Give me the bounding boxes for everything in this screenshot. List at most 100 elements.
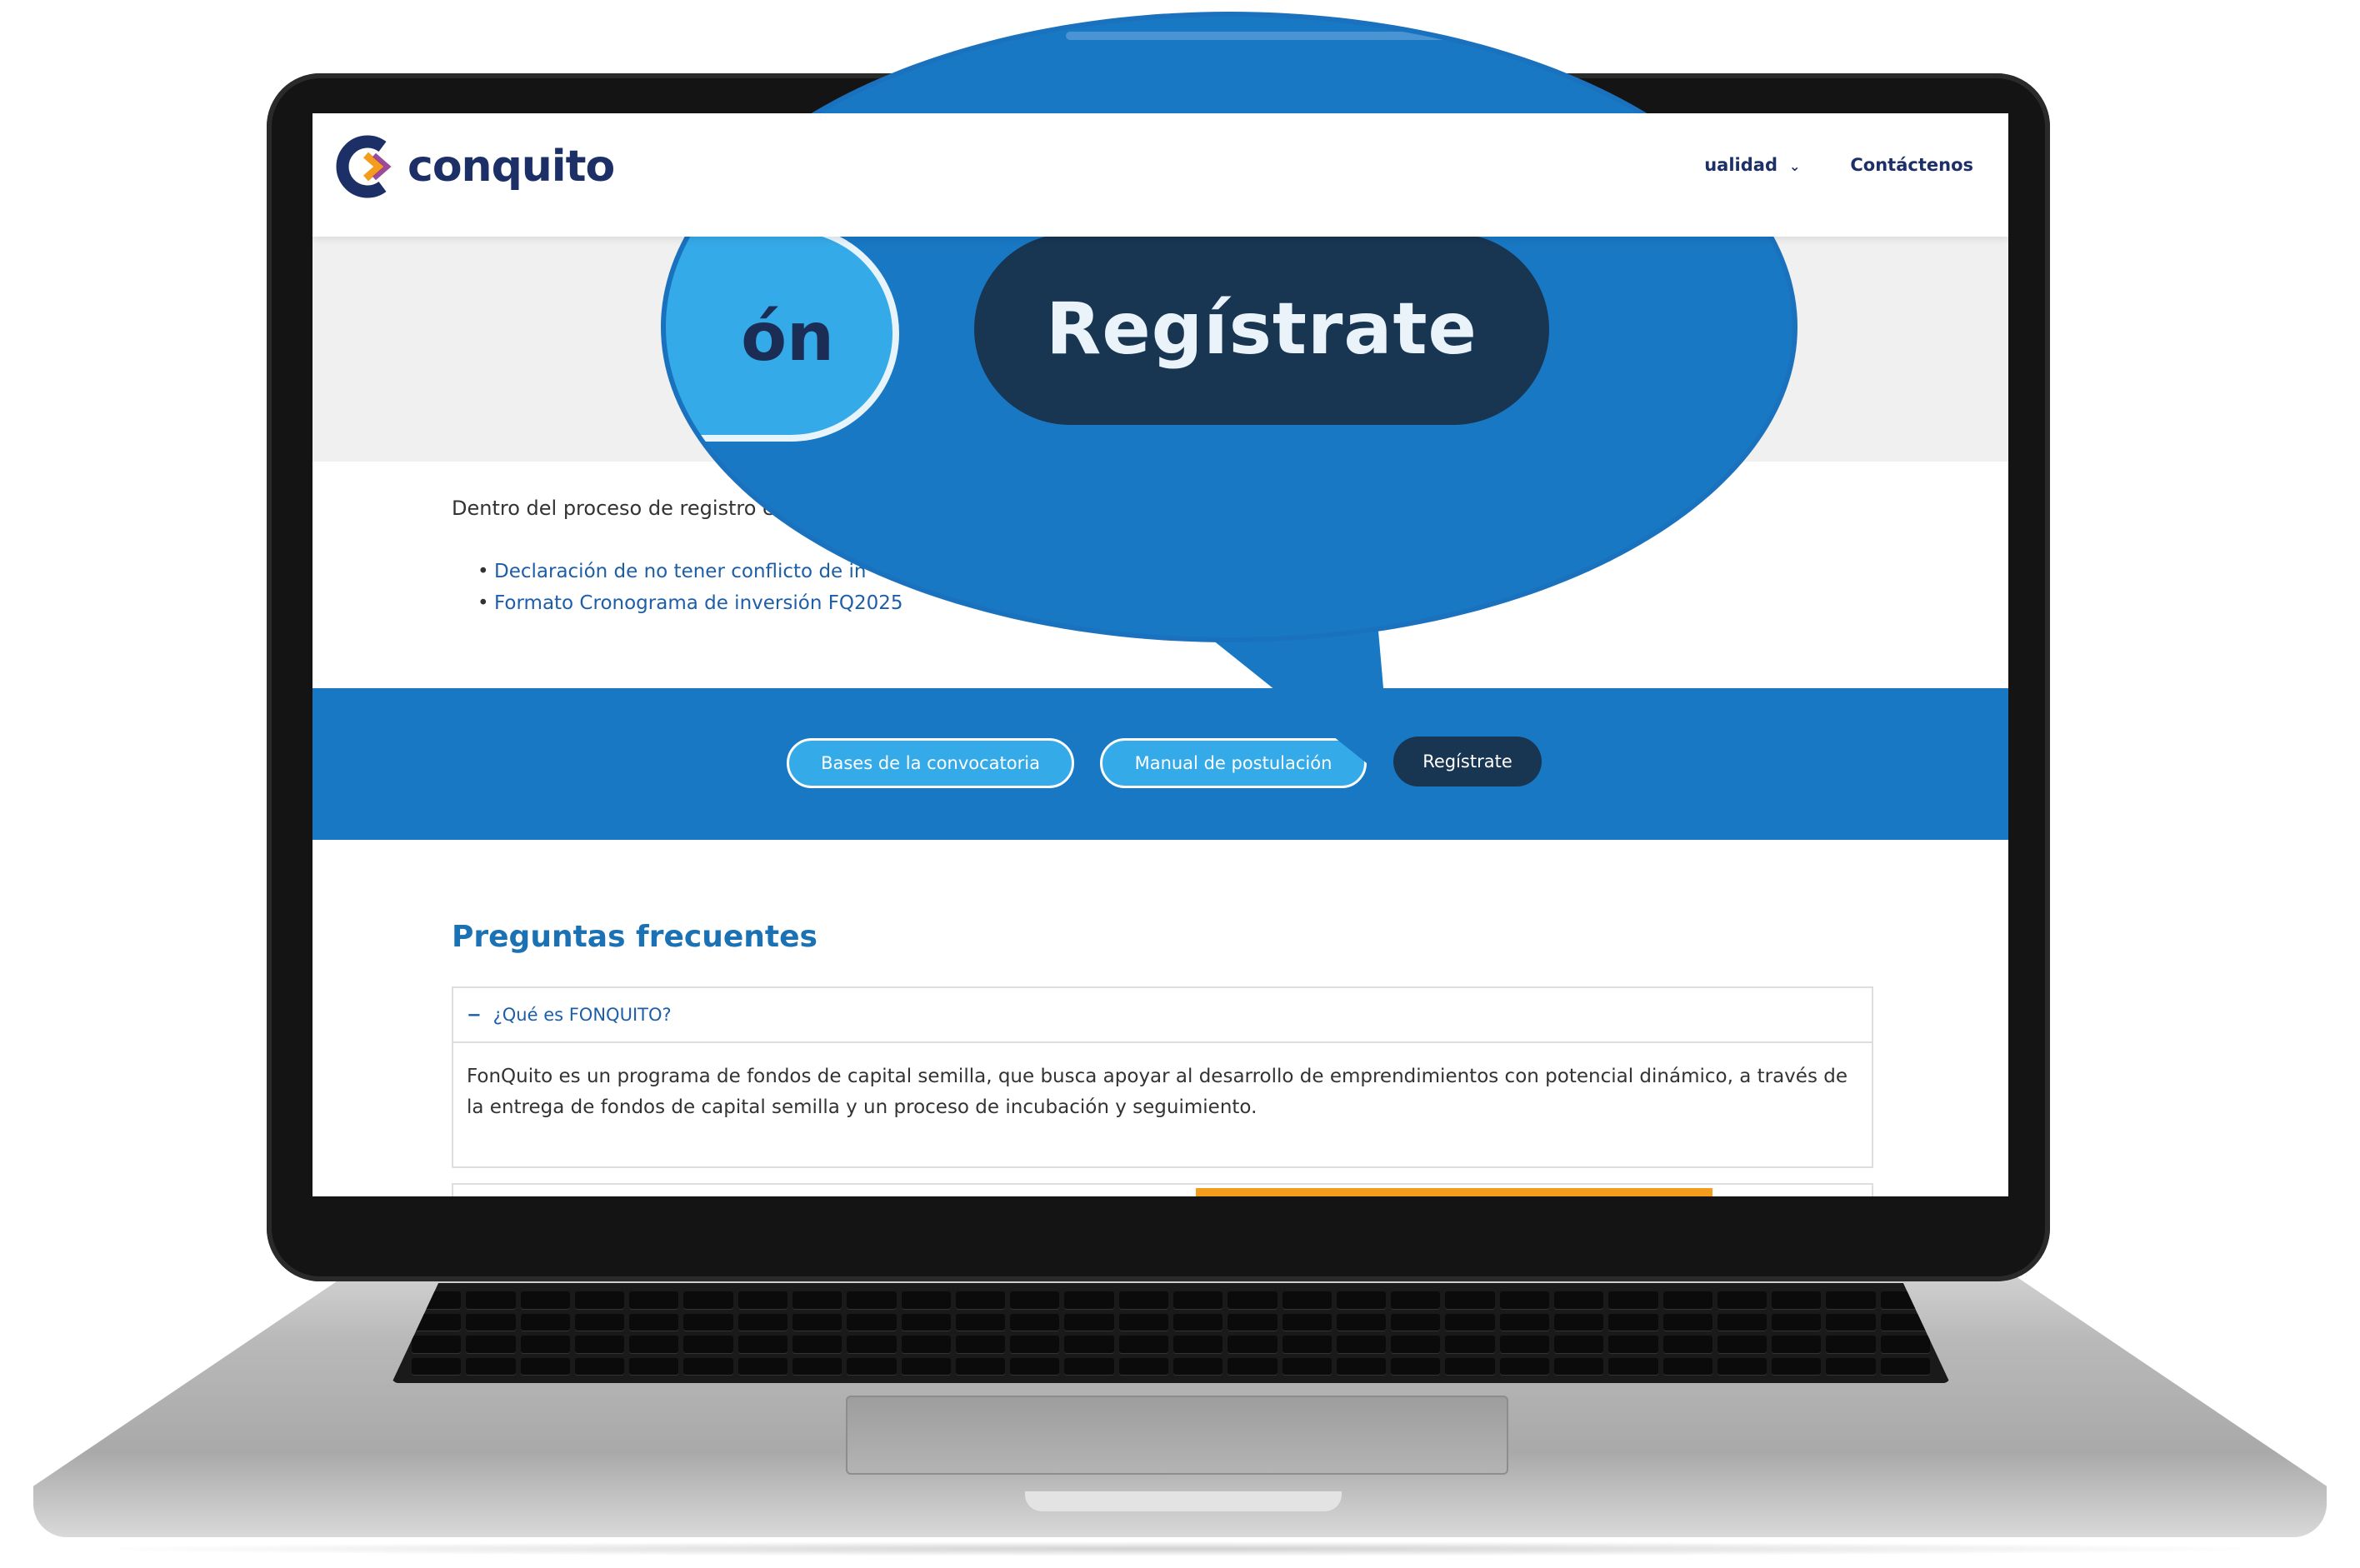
action-band: Bases de la convocatoria Manual de postu… <box>312 688 2008 840</box>
keyboard-key <box>466 1336 516 1353</box>
keyboard-key <box>1826 1357 1876 1375</box>
keyboard-key <box>683 1336 733 1353</box>
keyboard-key <box>466 1357 516 1375</box>
laptop-shadow <box>67 1541 2292 1556</box>
keyboard-key <box>847 1291 897 1309</box>
keyboard-key <box>1662 1336 1712 1353</box>
keyboard-key <box>1499 1336 1549 1353</box>
chevron-down-icon: ⌄ <box>1788 158 1801 174</box>
keyboard-key <box>629 1313 679 1331</box>
keyboard-key <box>1826 1313 1876 1331</box>
keyboard-key <box>1010 1357 1060 1375</box>
nav-item-contactenos[interactable]: Contáctenos <box>1850 155 1973 175</box>
keyboard-key <box>1336 1313 1387 1331</box>
keyboard-key <box>1336 1336 1387 1353</box>
laptop-keyboard <box>392 1283 1950 1383</box>
doc-link-cronograma[interactable]: Formato Cronograma de inversión FQ2025 <box>478 592 903 614</box>
keyboard-key <box>520 1313 570 1331</box>
keyboard-key <box>1228 1357 1278 1375</box>
keyboard-key <box>1553 1336 1604 1353</box>
keyboard-key <box>1662 1313 1712 1331</box>
keyboard-key <box>1172 1336 1223 1353</box>
keyboard-key <box>1172 1357 1223 1375</box>
magnifier-highlight <box>1066 32 1458 40</box>
keyboard-key <box>1010 1336 1060 1353</box>
keyboard-key <box>1662 1357 1712 1375</box>
keyboard-key <box>1228 1313 1278 1331</box>
keyboard-key <box>1118 1313 1168 1331</box>
keyboard-key <box>1717 1336 1768 1353</box>
keyboard-key <box>847 1313 897 1331</box>
keyboard-key <box>1064 1357 1114 1375</box>
register-button[interactable]: Regístrate <box>1393 737 1542 786</box>
site-header: conquito ualidad ⌄ Contáctenos <box>312 113 2008 237</box>
keyboard-key <box>1772 1336 1822 1353</box>
keyboard-key <box>738 1313 788 1331</box>
keyboard-key <box>412 1357 462 1375</box>
nav-item-actualidad[interactable]: ualidad ⌄ <box>1704 155 1800 175</box>
keyboard-key <box>683 1291 733 1309</box>
keyboard-key <box>792 1336 842 1353</box>
keyboard-key <box>683 1313 733 1331</box>
keyboard-key <box>1717 1357 1768 1375</box>
keyboard-key <box>1499 1291 1549 1309</box>
keyboard-key <box>1282 1291 1332 1309</box>
keyboard-key <box>1391 1357 1441 1375</box>
keyboard-key <box>1772 1357 1822 1375</box>
doc-link-conflicto[interactable]: Declaración de no tener conflicto de in <box>478 561 866 582</box>
keyboard-key <box>466 1291 516 1309</box>
keyboard-key <box>955 1291 1006 1309</box>
keyboard-key <box>901 1313 951 1331</box>
keyboard-key <box>1608 1357 1658 1375</box>
faq-answer: FonQuito es un programa de fondos de cap… <box>467 1066 1848 1118</box>
keyboard-key <box>1172 1291 1223 1309</box>
keyboard-key <box>574 1291 625 1309</box>
keyboard-key <box>520 1357 570 1375</box>
keyboard-key <box>1553 1291 1604 1309</box>
keyboard-key <box>847 1336 897 1353</box>
keyboard-key <box>629 1336 679 1353</box>
keyboard-key <box>466 1313 516 1331</box>
keyboard-key <box>738 1336 788 1353</box>
bases-button[interactable]: Bases de la convocatoria <box>787 738 1074 788</box>
magnified-register-label: Regístrate <box>1046 287 1478 371</box>
keyboard-key <box>955 1313 1006 1331</box>
keyboard-key <box>1826 1291 1876 1309</box>
keyboard-key <box>1064 1336 1114 1353</box>
keyboard-key <box>574 1313 625 1331</box>
keyboard-key <box>1118 1291 1168 1309</box>
keyboard-key <box>1772 1313 1822 1331</box>
faq-question[interactable]: − ¿Qué es FONQUITO? <box>453 988 1872 1043</box>
manual-button[interactable]: Manual de postulación <box>1100 738 1367 788</box>
keyboard-key <box>1228 1291 1278 1309</box>
keyboard-key <box>1499 1357 1549 1375</box>
keyboard-key <box>1608 1313 1658 1331</box>
keyboard-key <box>792 1313 842 1331</box>
keyboard-key <box>412 1336 462 1353</box>
magnifier-callout: ón Regístrate <box>661 12 1798 642</box>
keyboard-key <box>1880 1357 1930 1375</box>
keyboard-key <box>1826 1336 1876 1353</box>
conquito-logo-icon <box>336 135 392 198</box>
magnified-register-button: Regístrate <box>974 233 1549 425</box>
keyboard-key <box>955 1357 1006 1375</box>
keyboard-key <box>1445 1336 1495 1353</box>
keyboard-key <box>1336 1357 1387 1375</box>
keyboard-key <box>901 1336 951 1353</box>
conquito-logo[interactable]: conquito <box>336 135 615 198</box>
keyboard-key <box>1445 1291 1495 1309</box>
keyboard-key <box>1336 1291 1387 1309</box>
keyboard-key <box>1772 1291 1822 1309</box>
keyboard-key <box>1608 1336 1658 1353</box>
keyboard-key <box>1391 1313 1441 1331</box>
keyboard-key <box>1391 1291 1441 1309</box>
keyboard-key <box>629 1357 679 1375</box>
keyboard-key <box>1010 1313 1060 1331</box>
keyboard-key <box>738 1291 788 1309</box>
keyboard-key <box>1172 1313 1223 1331</box>
keyboard-key <box>1553 1313 1604 1331</box>
keyboard-key <box>1662 1291 1712 1309</box>
keyboard-key <box>1282 1357 1332 1375</box>
keyboard-key <box>1391 1336 1441 1353</box>
orange-accent <box>1196 1188 1712 1196</box>
